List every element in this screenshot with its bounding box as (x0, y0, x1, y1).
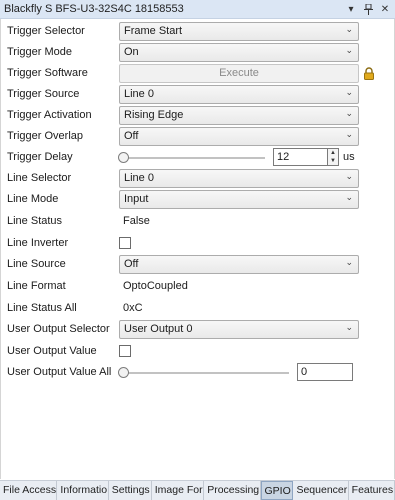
row-trigger-mode: Trigger Mode On ⌄ (1, 43, 394, 63)
line-selector-dropdown[interactable]: Line 0 ⌄ (119, 169, 359, 188)
chevron-down-icon: ⌄ (345, 129, 353, 139)
line-mode-value: Input (124, 193, 149, 205)
line-selector-value: Line 0 (124, 172, 154, 184)
tab-strip: File Access Informatio Settings Image For Pr… (0, 480, 395, 500)
line-inverter-checkbox[interactable] (119, 237, 131, 249)
trigger-mode-label: Trigger Mode (7, 46, 73, 58)
user-output-value-checkbox[interactable] (119, 345, 131, 357)
chevron-down-icon[interactable]: ▾ (344, 2, 358, 16)
trigger-activation-dropdown[interactable]: Rising Edge ⌄ (119, 106, 359, 125)
trigger-activation-value: Rising Edge (124, 109, 184, 121)
row-line-status: Line Status False (1, 212, 394, 232)
line-format-value: OptoCoupled (123, 280, 188, 292)
line-status-all-label: Line Status All (7, 302, 77, 314)
trigger-selector-dropdown[interactable]: Frame Start ⌄ (119, 22, 359, 41)
trigger-overlap-value: Off (124, 130, 139, 142)
line-source-value: Off (124, 258, 139, 270)
row-user-output-value: User Output Value (1, 342, 394, 362)
chevron-down-icon: ⌄ (345, 171, 353, 181)
user-output-selector-label: User Output Selector (7, 323, 110, 335)
window-title-bar: Blackfly S BFS-U3-32S4C 18158553 ▾ ✕ (0, 0, 395, 19)
chevron-down-icon: ⌄ (345, 192, 353, 202)
line-status-value: False (123, 215, 150, 227)
row-line-status-all: Line Status All 0xC (1, 299, 394, 319)
chevron-down-icon: ⌄ (345, 24, 353, 34)
trigger-source-dropdown[interactable]: Line 0 ⌄ (119, 85, 359, 104)
chevron-down-icon: ⌄ (345, 87, 353, 97)
trigger-delay-unit: us (343, 151, 355, 163)
window-title: Blackfly S BFS-U3-32S4C 18158553 (4, 3, 184, 15)
line-status-label: Line Status (7, 215, 63, 227)
trigger-source-label: Trigger Source (7, 88, 80, 100)
trigger-overlap-label: Trigger Overlap (7, 130, 84, 142)
user-output-selector-dropdown[interactable]: User Output 0 ⌄ (119, 320, 359, 339)
spin-up-icon[interactable]: ▲ (328, 149, 338, 157)
row-line-mode: Line Mode Input ⌄ (1, 190, 394, 210)
row-trigger-software: Trigger Software Execute (1, 64, 394, 84)
row-trigger-activation: Trigger Activation Rising Edge ⌄ (1, 106, 394, 126)
line-format-label: Line Format (7, 280, 66, 292)
gpio-properties-panel: Trigger Selector Frame Start ⌄ Trigger M… (0, 19, 395, 479)
user-output-selector-value: User Output 0 (124, 323, 193, 335)
tab-file-access[interactable]: File Access (0, 481, 58, 500)
tab-informatio[interactable]: Informatio (57, 481, 109, 500)
tab-gpio[interactable]: GPIO (260, 481, 294, 500)
trigger-delay-label: Trigger Delay (7, 151, 73, 163)
user-output-value-all-slider-track[interactable] (123, 372, 289, 374)
row-trigger-source: Trigger Source Line 0 ⌄ (1, 85, 394, 105)
row-user-output-value-all: User Output Value All 0 (1, 363, 394, 383)
row-trigger-overlap: Trigger Overlap Off ⌄ (1, 127, 394, 147)
trigger-delay-input[interactable]: 12 (273, 148, 328, 166)
chevron-down-icon: ⌄ (345, 45, 353, 55)
user-output-value-all-input[interactable]: 0 (297, 363, 353, 381)
line-mode-label: Line Mode (7, 193, 59, 205)
row-line-format: Line Format OptoCoupled (1, 277, 394, 297)
row-line-inverter: Line Inverter (1, 234, 394, 254)
row-trigger-delay: Trigger Delay 12 ▲ ▼ us (1, 148, 394, 168)
trigger-mode-value: On (124, 46, 139, 58)
line-source-dropdown[interactable]: Off ⌄ (119, 255, 359, 274)
spin-down-icon[interactable]: ▼ (328, 157, 338, 165)
tab-features[interactable]: Features (349, 481, 395, 500)
user-output-value-label: User Output Value (7, 345, 97, 357)
row-trigger-selector: Trigger Selector Frame Start ⌄ (1, 22, 394, 42)
tab-image-for[interactable]: Image For (152, 481, 205, 500)
chevron-down-icon: ⌄ (345, 108, 353, 118)
tab-settings[interactable]: Settings (109, 481, 152, 500)
trigger-software-label: Trigger Software (7, 67, 88, 79)
row-user-output-selector: User Output Selector User Output 0 ⌄ (1, 320, 394, 340)
trigger-source-value: Line 0 (124, 88, 154, 100)
trigger-mode-dropdown[interactable]: On ⌄ (119, 43, 359, 62)
trigger-delay-spinner[interactable]: ▲ ▼ (328, 148, 339, 166)
user-output-value-all-slider-thumb[interactable] (118, 367, 129, 378)
user-output-value-all-label: User Output Value All (7, 366, 112, 378)
pin-icon[interactable] (361, 2, 375, 16)
trigger-selector-label: Trigger Selector (7, 25, 85, 37)
line-status-all-value: 0xC (123, 302, 143, 314)
trigger-delay-slider-track[interactable] (123, 157, 265, 159)
trigger-selector-value: Frame Start (124, 25, 183, 37)
tab-sequencer[interactable]: Sequencer (293, 481, 349, 500)
line-inverter-label: Line Inverter (7, 237, 69, 249)
line-source-label: Line Source (7, 258, 66, 270)
close-icon[interactable]: ✕ (378, 2, 392, 16)
chevron-down-icon: ⌄ (345, 322, 353, 332)
tab-processing[interactable]: Processing (204, 481, 261, 500)
chevron-down-icon: ⌄ (345, 257, 353, 267)
execute-button[interactable]: Execute (119, 64, 359, 83)
trigger-overlap-dropdown[interactable]: Off ⌄ (119, 127, 359, 146)
line-selector-label: Line Selector (7, 172, 72, 184)
lock-icon (364, 67, 374, 80)
line-mode-dropdown[interactable]: Input ⌄ (119, 190, 359, 209)
row-line-source: Line Source Off ⌄ (1, 255, 394, 275)
trigger-delay-slider-thumb[interactable] (118, 152, 129, 163)
trigger-activation-label: Trigger Activation (7, 109, 92, 121)
row-line-selector: Line Selector Line 0 ⌄ (1, 169, 394, 189)
